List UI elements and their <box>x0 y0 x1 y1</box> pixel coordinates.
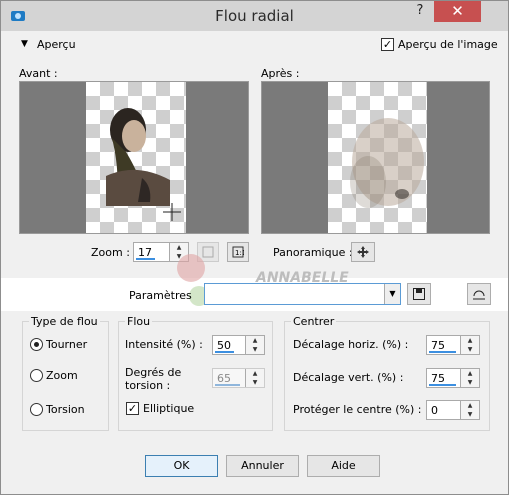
vshift-progress-bar <box>429 384 456 386</box>
twist-label-line2: torsion : <box>125 379 171 392</box>
protect-value: 0 <box>431 404 438 417</box>
radio-zoom-label: Zoom <box>46 369 78 382</box>
blur-type-title: Type de flou <box>29 315 100 328</box>
protect-label: Protéger le centre (%) : <box>293 403 422 416</box>
spin-down-icon[interactable]: ▼ <box>461 378 479 387</box>
zoom-progress-bar <box>136 258 155 260</box>
ok-button[interactable]: OK <box>145 455 218 477</box>
twist-progress-bar <box>215 384 240 386</box>
after-label: Après : <box>261 67 300 80</box>
before-label: Avant : <box>19 67 58 80</box>
intensity-stepper[interactable]: 50 ▲ ▼ <box>212 335 265 355</box>
radio-rotate[interactable] <box>30 338 43 351</box>
hshift-spin-buttons[interactable]: ▲ ▼ <box>460 336 479 354</box>
help-button[interactable]: Aide <box>307 455 380 477</box>
before-image <box>86 82 186 233</box>
close-button[interactable]: ✕ <box>434 1 481 22</box>
spin-down-icon[interactable]: ▼ <box>246 345 264 354</box>
chevron-down-icon[interactable]: ▼ <box>384 284 400 304</box>
zoom-label: Zoom : <box>91 246 130 259</box>
blur-group: Flou Intensité (%) : 50 ▲ ▼ Degrés de tor… <box>118 315 273 431</box>
spin-up-icon[interactable]: ▲ <box>461 369 479 378</box>
spin-up-icon[interactable]: ▲ <box>246 369 264 378</box>
spin-down-icon[interactable]: ▼ <box>461 345 479 354</box>
reset-button[interactable] <box>467 283 491 305</box>
radio-twist[interactable] <box>30 403 43 416</box>
parameters-bar: ANNABELLE Paramètres ▼ <box>1 254 508 311</box>
spin-up-icon[interactable]: ▲ <box>461 401 479 410</box>
protect-spin-buttons[interactable]: ▲ ▼ <box>460 401 479 419</box>
crosshair-icon[interactable] <box>163 203 181 221</box>
hshift-progress-bar <box>429 351 456 353</box>
protect-stepper[interactable]: 0 ▲ ▼ <box>426 400 480 420</box>
before-preview-panel[interactable] <box>19 81 249 234</box>
radio-zoom[interactable] <box>30 369 43 382</box>
spin-up-icon[interactable]: ▲ <box>246 336 264 345</box>
intensity-label: Intensité (%) : <box>125 338 203 351</box>
twist-spin-buttons[interactable]: ▲ ▼ <box>245 369 264 387</box>
spin-down-icon[interactable]: ▼ <box>461 410 479 419</box>
radio-twist-label: Torsion <box>46 403 85 416</box>
preview-image-checkbox[interactable]: ✓ <box>381 38 394 51</box>
blurred-image <box>350 118 424 208</box>
center-group: Centrer Décalage horiz. (%) : 75 ▲ ▼ Déca… <box>284 315 490 431</box>
pan-button[interactable] <box>351 242 375 262</box>
preview-image-label: Aperçu de l'image <box>398 38 498 51</box>
intensity-progress-bar <box>215 351 234 353</box>
after-image <box>328 82 427 233</box>
spin-up-icon[interactable]: ▲ <box>461 336 479 345</box>
help-title-button[interactable]: ? <box>406 1 434 22</box>
vshift-spin-buttons[interactable]: ▲ ▼ <box>460 369 479 387</box>
twist-label-line1: Degrés de <box>125 366 182 379</box>
blur-type-group: Type de flou Tourner Zoom Torsion <box>22 315 109 431</box>
spin-down-icon[interactable]: ▼ <box>246 378 264 387</box>
radio-rotate-label: Tourner <box>46 338 88 351</box>
intensity-spin-buttons[interactable]: ▲ ▼ <box>245 336 264 354</box>
title-bar: Flou radial ? ✕ <box>1 1 508 31</box>
elliptic-checkbox[interactable]: ✓ <box>126 402 139 415</box>
center-title: Centrer <box>291 315 337 328</box>
vshift-stepper[interactable]: 75 ▲ ▼ <box>426 368 480 388</box>
elliptic-label: Elliptique <box>143 402 195 415</box>
parameters-select[interactable]: ▼ <box>204 283 401 305</box>
after-preview-panel <box>261 81 490 234</box>
hshift-stepper[interactable]: 75 ▲ ▼ <box>426 335 480 355</box>
cancel-button[interactable]: Annuler <box>226 455 299 477</box>
vshift-label: Décalage vert. (%) : <box>293 371 404 384</box>
twist-stepper[interactable]: 65 ▲ ▼ <box>212 368 265 388</box>
reset-icon <box>473 290 485 300</box>
save-icon <box>413 288 425 300</box>
dialog-window: Flou radial ? ✕ ▼ Aperçu ✓ Aperçu de l'i… <box>0 0 509 495</box>
parameters-label: Paramètres <box>129 289 192 302</box>
save-preset-button[interactable] <box>407 283 431 305</box>
blur-title: Flou <box>125 315 153 328</box>
preview-section-label: Aperçu <box>37 38 76 51</box>
collapse-triangle-icon[interactable]: ▼ <box>21 39 28 49</box>
move-icon <box>357 246 369 258</box>
hshift-label: Décalage horiz. (%) : <box>293 338 409 351</box>
